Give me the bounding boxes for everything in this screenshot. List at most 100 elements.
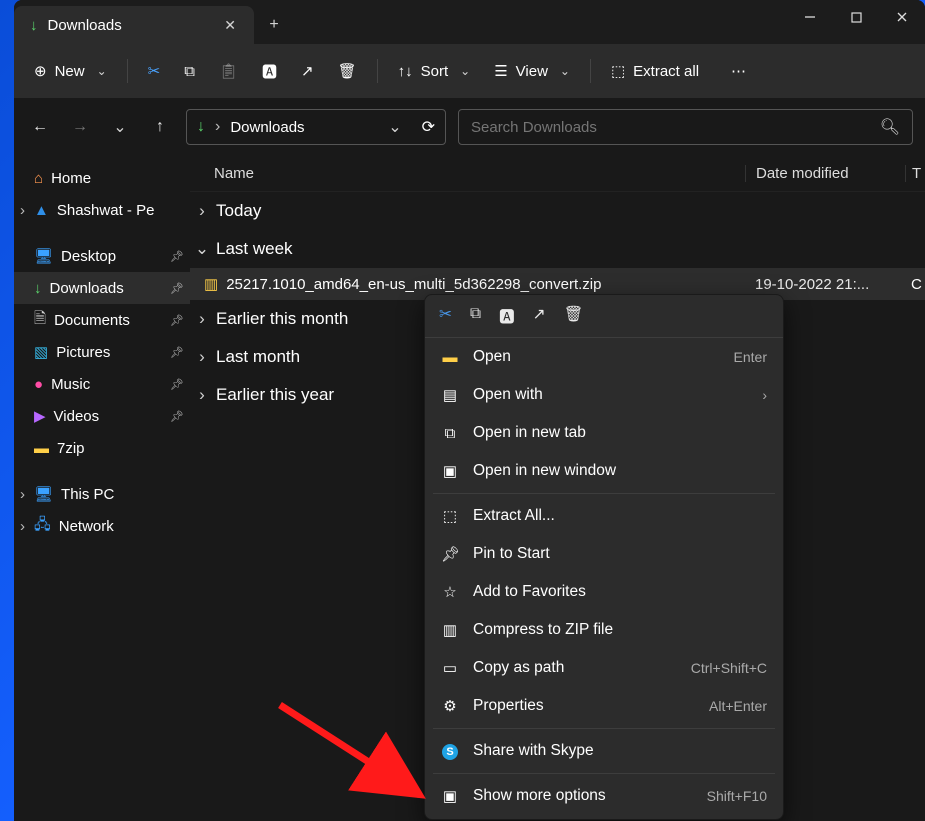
paste-button[interactable]: 📋︎ bbox=[209, 56, 248, 86]
context-favorites[interactable]: ☆ Add to Favorites bbox=[425, 573, 783, 611]
context-menu: ✂ ⧉ 🅰︎ ↗ 🗑︎ ▬ Open Enter ▤ Open with › ⧉… bbox=[424, 294, 784, 820]
address-bar[interactable]: ↓ › Downloads ⌄ ⟳ bbox=[186, 109, 446, 145]
maximize-button[interactable] bbox=[833, 0, 879, 34]
pin-icon: 📌︎ bbox=[170, 346, 184, 359]
column-type[interactable]: T bbox=[905, 165, 925, 182]
context-compress[interactable]: ▥ Compress to ZIP file bbox=[425, 611, 783, 649]
path-icon: ▭ bbox=[441, 659, 459, 677]
sidebar-item-downloads[interactable]: ↓ Downloads 📌︎ bbox=[14, 272, 190, 304]
pin-icon: 📌︎ bbox=[170, 282, 184, 295]
context-menu-actions: ✂ ⧉ 🅰︎ ↗ 🗑︎ bbox=[425, 295, 783, 338]
sidebar-item-pictures[interactable]: ▧ Pictures 📌︎ bbox=[14, 336, 190, 368]
ellipsis-icon: ⋯ bbox=[731, 62, 746, 80]
forward-button[interactable]: → bbox=[66, 113, 94, 141]
view-label: View bbox=[516, 63, 548, 80]
sidebar-item-thispc[interactable]: 🖥︎ This PC bbox=[14, 478, 190, 510]
context-label: Show more options bbox=[473, 787, 693, 805]
copy-button[interactable]: ⧉ bbox=[470, 305, 481, 327]
refresh-button[interactable]: ⟳ bbox=[422, 117, 435, 137]
recent-button[interactable]: ⌄ bbox=[106, 113, 134, 141]
sidebar-item-label: 7zip bbox=[57, 440, 85, 457]
extract-all-button[interactable]: ⬚ Extract all bbox=[601, 56, 709, 86]
pictures-icon: ▧ bbox=[34, 343, 48, 361]
minimize-button[interactable] bbox=[787, 0, 833, 34]
cut-button[interactable]: ✂ bbox=[439, 305, 452, 327]
sidebar-item-label: Downloads bbox=[50, 280, 124, 297]
chevron-down-icon[interactable]: ⌄ bbox=[388, 117, 401, 137]
search-icon[interactable]: 🔍︎ bbox=[880, 117, 900, 137]
window-icon: ▣ bbox=[441, 462, 459, 480]
delete-button[interactable]: 🗑︎ bbox=[328, 56, 367, 86]
context-label: Extract All... bbox=[473, 507, 767, 525]
tab-close-button[interactable]: ✕ bbox=[220, 13, 240, 38]
context-copy-path[interactable]: ▭ Copy as path Ctrl+Shift+C bbox=[425, 649, 783, 687]
view-button[interactable]: ☰ View bbox=[484, 56, 580, 86]
sort-button[interactable]: ↑↓ Sort bbox=[388, 57, 481, 86]
group-last-week[interactable]: Last week bbox=[190, 230, 925, 268]
apps-icon: ▤ bbox=[441, 386, 459, 404]
separator bbox=[433, 728, 775, 729]
sidebar-item-desktop[interactable]: 🖥︎ Desktop 📌︎ bbox=[14, 240, 190, 272]
sidebar-item-home[interactable]: ⌂ Home bbox=[14, 162, 190, 194]
sidebar-item-network[interactable]: 🖧︎ Network bbox=[14, 510, 190, 542]
separator bbox=[590, 59, 591, 83]
context-pin-start[interactable]: 📌︎ Pin to Start bbox=[425, 535, 783, 573]
group-today[interactable]: Today bbox=[190, 192, 925, 230]
context-extract-all[interactable]: ⬚ Extract All... bbox=[425, 497, 783, 535]
search-input[interactable] bbox=[471, 119, 880, 136]
up-button[interactable]: ↑ bbox=[146, 113, 174, 141]
download-icon: ↓ bbox=[34, 280, 42, 297]
close-icon bbox=[896, 11, 908, 23]
delete-button[interactable]: 🗑︎ bbox=[564, 305, 584, 327]
tab-title: Downloads bbox=[48, 17, 122, 34]
tab-downloads[interactable]: ↓ Downloads ✕ bbox=[14, 6, 254, 44]
sidebar-item-music[interactable]: ● Music 📌︎ bbox=[14, 368, 190, 400]
separator bbox=[377, 59, 378, 83]
close-button[interactable] bbox=[879, 0, 925, 34]
copy-button[interactable]: ⧉ bbox=[174, 57, 205, 86]
sidebar-item-label: Videos bbox=[54, 408, 100, 425]
address-location: Downloads bbox=[230, 119, 378, 136]
sidebar-item-documents[interactable]: 🗎 Documents 📌︎ bbox=[14, 304, 190, 336]
column-name[interactable]: Name bbox=[190, 165, 745, 182]
context-share-skype[interactable]: S Share with Skype bbox=[425, 732, 783, 770]
sidebar-item-onedrive[interactable]: ▲ Shashwat - Pe bbox=[14, 194, 190, 226]
scissors-icon: ✂ bbox=[148, 62, 161, 80]
more-toolbar-button[interactable]: ⋯ bbox=[721, 56, 756, 86]
window-controls bbox=[787, 0, 925, 34]
context-label: Properties bbox=[473, 697, 695, 715]
home-icon: ⌂ bbox=[34, 170, 43, 187]
pin-icon: 📌︎ bbox=[170, 314, 184, 327]
folder-icon: ▬ bbox=[441, 349, 459, 366]
rename-button[interactable]: 🅰︎ bbox=[499, 305, 515, 327]
skype-icon: S bbox=[441, 742, 459, 760]
folder-icon: ▬ bbox=[34, 440, 49, 457]
context-label: Compress to ZIP file bbox=[473, 621, 767, 639]
context-open-with[interactable]: ▤ Open with › bbox=[425, 376, 783, 414]
context-show-more[interactable]: ▣ Show more options Shift+F10 bbox=[425, 777, 783, 815]
file-date: 19-10-2022 21:... bbox=[745, 276, 905, 293]
music-icon: ● bbox=[34, 376, 43, 393]
context-new-window[interactable]: ▣ Open in new window bbox=[425, 452, 783, 490]
rename-button[interactable]: 🅰︎ bbox=[252, 55, 287, 88]
share-button[interactable]: ↗ bbox=[291, 56, 324, 86]
new-tab-button[interactable]: + bbox=[254, 6, 294, 44]
search-bar[interactable]: 🔍︎ bbox=[458, 109, 913, 145]
copy-icon: ⧉ bbox=[184, 63, 195, 80]
new-button[interactable]: ⊕ New bbox=[24, 56, 117, 86]
sidebar-item-label: Home bbox=[51, 170, 91, 187]
column-date[interactable]: Date modified bbox=[745, 165, 905, 182]
cut-button[interactable]: ✂ bbox=[138, 56, 171, 86]
context-open[interactable]: ▬ Open Enter bbox=[425, 338, 783, 376]
context-new-tab[interactable]: ⧉ Open in new tab bbox=[425, 414, 783, 452]
back-button[interactable]: ← bbox=[26, 113, 54, 141]
share-button[interactable]: ↗ bbox=[533, 305, 546, 327]
sidebar-item-7zip[interactable]: ▬ 7zip bbox=[14, 432, 190, 464]
sidebar-item-label: This PC bbox=[61, 486, 114, 503]
sidebar-item-videos[interactable]: ▶ Videos 📌︎ bbox=[14, 400, 190, 432]
context-properties[interactable]: ⚙︎ Properties Alt+Enter bbox=[425, 687, 783, 725]
context-accel: Ctrl+Shift+C bbox=[691, 660, 767, 676]
sort-icon: ↑↓ bbox=[398, 63, 413, 80]
separator bbox=[433, 493, 775, 494]
context-label: Pin to Start bbox=[473, 545, 767, 563]
